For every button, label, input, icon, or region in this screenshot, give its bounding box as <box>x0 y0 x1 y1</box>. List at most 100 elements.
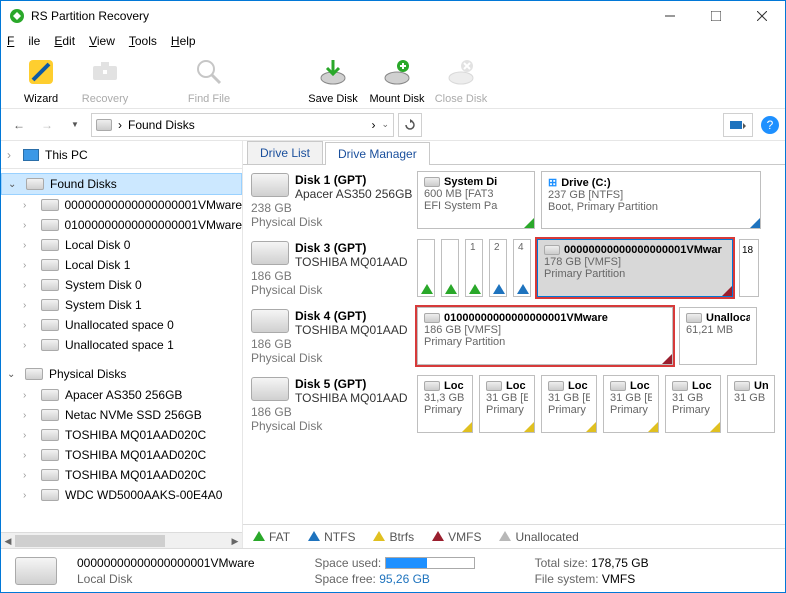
filesystem-value: VMFS <box>602 572 635 586</box>
partition[interactable]: System Di600 MB [FAT3EFI System Pa <box>417 171 535 229</box>
tree-item[interactable]: ›System Disk 1 <box>1 295 242 315</box>
disk-icon <box>15 557 57 585</box>
partition[interactable]: Unallocat61,21 MB <box>679 307 757 365</box>
tree-item[interactable]: ›Unallocated space 0 <box>1 315 242 335</box>
partition[interactable]: 01000000000000000001VMware186 GB [VMFS]P… <box>417 307 673 365</box>
tree-item[interactable]: ›Local Disk 0 <box>1 235 242 255</box>
view-mode-button[interactable] <box>723 113 753 137</box>
tree-item[interactable]: ›Unallocated space 1 <box>1 335 242 355</box>
disk-icon <box>251 377 289 401</box>
fs-indicator <box>493 284 505 294</box>
mountdisk-button[interactable]: Mount Disk <box>365 56 429 105</box>
tab-drive-manager[interactable]: Drive Manager <box>325 142 430 165</box>
nav-history-button[interactable]: ▼ <box>63 113 87 137</box>
scroll-right-icon[interactable]: ▶ <box>228 533 242 549</box>
disk-icon <box>41 429 59 441</box>
tree-item[interactable]: ›TOSHIBA MQ01AAD020C <box>1 445 242 465</box>
tree-item[interactable]: ›01000000000000000001VMware <box>1 215 242 235</box>
legend-unalloc-icon <box>499 531 511 541</box>
disk-icon <box>26 178 44 190</box>
chevron-right-icon[interactable]: › <box>23 340 35 351</box>
sidebar-scrollbar[interactable]: ◀ ▶ <box>1 532 242 548</box>
chevron-right-icon[interactable]: › <box>23 300 35 311</box>
partition[interactable]: 18 <box>739 239 759 297</box>
chevron-down-icon[interactable]: ⌄ <box>7 369 19 380</box>
disk-icon <box>41 319 59 331</box>
maximize-button[interactable] <box>693 1 739 31</box>
partition[interactable]: ⊞Drive (C:)237 GB [NTFS]Boot, Primary Pa… <box>541 171 761 229</box>
chevron-right-icon[interactable]: › <box>23 200 35 211</box>
nav-back-button[interactable]: ← <box>7 113 31 137</box>
partition-thin[interactable]: 4 <box>513 239 531 297</box>
chevron-right-icon[interactable]: › <box>23 490 35 501</box>
tree-item[interactable]: ›Apacer AS350 256GB <box>1 385 242 405</box>
disk-card[interactable]: Disk 3 (GPT)TOSHIBA MQ01AAD186 GBPhysica… <box>249 239 417 297</box>
fs-indicator <box>517 284 529 294</box>
chevron-right-icon[interactable]: › <box>23 410 35 421</box>
tree-item[interactable]: ›Netac NVMe SSD 256GB <box>1 405 242 425</box>
menu-help[interactable]: Help <box>171 34 196 48</box>
help-button[interactable]: ? <box>761 116 779 134</box>
chevron-right-icon[interactable]: › <box>23 450 35 461</box>
menu-tools[interactable]: Tools <box>129 34 157 48</box>
recovery-icon <box>89 56 121 88</box>
refresh-button[interactable] <box>398 113 422 137</box>
scroll-left-icon[interactable]: ◀ <box>1 533 15 549</box>
chevron-right-icon[interactable]: › <box>23 430 35 441</box>
partition-thin[interactable] <box>417 239 435 297</box>
disk-icon <box>686 313 702 323</box>
tab-drive-list[interactable]: Drive List <box>247 141 323 164</box>
partition[interactable]: Loc31,3 GBPrimary <box>417 375 473 433</box>
menu-edit[interactable]: Edit <box>54 34 75 48</box>
partition-thin[interactable]: 2 <box>489 239 507 297</box>
breadcrumb[interactable]: › Found Disks › ⌄ <box>91 113 394 137</box>
minimize-button[interactable] <box>647 1 693 31</box>
disk-icon <box>25 368 43 380</box>
partition-thin[interactable] <box>441 239 459 297</box>
chevron-down-icon[interactable]: ⌄ <box>381 119 389 130</box>
tree-group[interactable]: ⌄Found Disks <box>1 173 242 195</box>
status-disk-name: 00000000000000000001VMware <box>77 556 255 570</box>
sidebar-this-pc[interactable]: › This PC <box>1 141 242 169</box>
tree-item[interactable]: ›00000000000000000001VMware <box>1 195 242 215</box>
disk-card[interactable]: Disk 4 (GPT)TOSHIBA MQ01AAD186 GBPhysica… <box>249 307 417 365</box>
titlebar: RS Partition Recovery <box>1 1 785 31</box>
tree-item[interactable]: ›WDC WD5000AAKS-00E4A0 <box>1 485 242 505</box>
disk-card[interactable]: Disk 1 (GPT)Apacer AS350 256GB238 GBPhys… <box>249 171 417 229</box>
partition[interactable]: Loc31 GB [EPrimary <box>541 375 597 433</box>
chevron-down-icon[interactable]: ⌄ <box>8 179 20 190</box>
chevron-right-icon[interactable]: › <box>23 390 35 401</box>
scrollbar-thumb[interactable] <box>15 535 165 547</box>
tree-item[interactable]: ›Local Disk 1 <box>1 255 242 275</box>
menu-view[interactable]: View <box>89 34 115 48</box>
partition[interactable]: Loc31 GBPrimary <box>665 375 721 433</box>
chevron-right-icon[interactable]: › <box>23 470 35 481</box>
disk-icon <box>548 381 564 391</box>
savedisk-button[interactable]: Save Disk <box>301 56 365 105</box>
nav-forward-button[interactable]: → <box>35 113 59 137</box>
disk-card[interactable]: Disk 5 (GPT)TOSHIBA MQ01AAD186 GBPhysica… <box>249 375 417 433</box>
chevron-right-icon[interactable]: › <box>23 280 35 291</box>
wizard-button[interactable]: Wizard <box>9 56 73 105</box>
partition[interactable]: Loc31 GB [EPrimary <box>603 375 659 433</box>
partition[interactable]: Loc31 GB [EPrimary <box>479 375 535 433</box>
partition-selected[interactable]: 00000000000000000001VMwar178 GB [VMFS]Pr… <box>537 239 733 297</box>
tree-group[interactable]: ⌄Physical Disks <box>1 363 242 385</box>
chevron-right-icon[interactable]: › <box>23 260 35 271</box>
fs-indicator <box>524 422 534 432</box>
disk-icon <box>41 279 59 291</box>
chevron-right-icon[interactable]: › <box>23 320 35 331</box>
partition-thin[interactable]: 1 <box>465 239 483 297</box>
disk-icon <box>41 239 59 251</box>
tree-item[interactable]: ›TOSHIBA MQ01AAD020C <box>1 465 242 485</box>
fs-indicator <box>710 422 720 432</box>
tree-item[interactable]: ›System Disk 0 <box>1 275 242 295</box>
chevron-right-icon[interactable]: › <box>23 220 35 231</box>
chevron-right-icon[interactable]: › <box>23 240 35 251</box>
partition[interactable]: Unal31 GB <box>727 375 775 433</box>
tree-item[interactable]: ›TOSHIBA MQ01AAD020C <box>1 425 242 445</box>
close-button[interactable] <box>739 1 785 31</box>
breadcrumb-sep: › <box>118 118 122 132</box>
menu-file[interactable]: File <box>7 34 40 48</box>
space-used-bar <box>385 557 475 569</box>
